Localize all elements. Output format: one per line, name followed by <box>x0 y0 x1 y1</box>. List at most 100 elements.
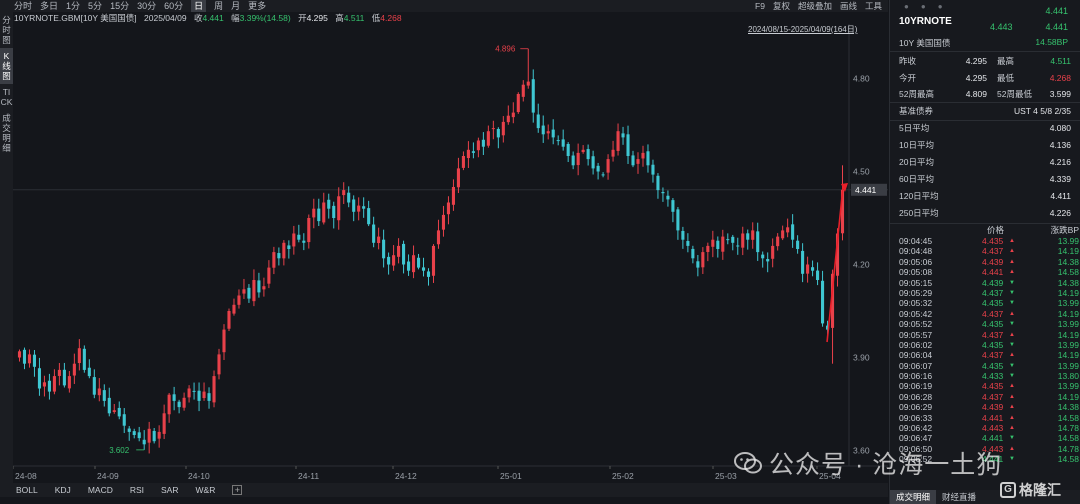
tick-row[interactable]: 09:06:28 4.437 ▲ 14.19 <box>890 392 1080 402</box>
panel-tab[interactable]: 成交明细 <box>890 490 937 504</box>
dot-icon[interactable]: ● <box>921 2 926 11</box>
tick-row[interactable]: 09:06:42 4.443 ▲ 14.78 <box>890 423 1080 433</box>
tick-row[interactable]: 09:04:45 4.435 ▲ 13.99 <box>890 236 1080 246</box>
tick-row[interactable]: 09:06:16 4.433 ▼ 13.80 <box>890 371 1080 381</box>
tick-time: 09:06:28 <box>899 391 933 402</box>
period-tab[interactable]: 60分 <box>164 0 183 12</box>
candle-body <box>516 94 520 113</box>
candle-body <box>92 377 96 395</box>
x-tick-label: 24-12 <box>395 471 417 481</box>
period-tab[interactable]: 日 <box>191 0 207 12</box>
dot-icon[interactable]: ● <box>938 2 943 11</box>
indicator-tab[interactable]: SAR <box>161 485 178 495</box>
candle-body <box>621 133 625 138</box>
tick-row[interactable]: 09:05:52 4.435 ▼ 13.99 <box>890 319 1080 329</box>
indicator-tab[interactable]: MACD <box>88 485 113 495</box>
candle-body <box>721 236 725 252</box>
tick-row[interactable]: 09:06:04 4.437 ▲ 14.19 <box>890 350 1080 360</box>
candle-body <box>332 205 336 218</box>
candle-body <box>646 151 650 166</box>
dot-icon[interactable]: ● <box>904 2 909 11</box>
tool-button[interactable]: 复权 <box>773 0 790 12</box>
quote-value: 4.295 <box>965 56 987 66</box>
up-arrow-icon: ▲ <box>1009 404 1015 411</box>
candle-body <box>436 230 441 245</box>
period-tab[interactable]: 15分 <box>110 0 129 12</box>
panel-tab[interactable]: 财经直播 <box>936 490 982 504</box>
period-tab[interactable]: 1分 <box>66 0 80 12</box>
down-arrow-icon: ▼ <box>1009 435 1015 442</box>
candle-body <box>112 410 116 412</box>
average-row: 10日平均 4.136 <box>899 137 1071 154</box>
tick-row[interactable]: 09:06:19 4.435 ▲ 13.99 <box>890 381 1080 391</box>
tool-button[interactable]: F9 <box>755 1 765 11</box>
candle-body <box>771 245 775 259</box>
tick-row[interactable]: 09:06:29 4.439 ▲ 14.38 <box>890 402 1080 412</box>
candle-body <box>486 131 490 146</box>
period-tab[interactable]: 更多 <box>248 0 266 12</box>
candle-body <box>681 230 685 240</box>
indicator-tab[interactable]: RSI <box>130 485 144 495</box>
tick-row[interactable]: 09:06:07 4.435 ▼ 13.99 <box>890 361 1080 371</box>
tick-row[interactable]: 09:05:15 4.439 ▼ 14.38 <box>890 278 1080 288</box>
period-tab[interactable]: 多日 <box>40 0 58 12</box>
min-price-annotation: 3.602 <box>109 446 130 455</box>
quote-panel: ● ● ● 10YRNOTE 4.441 4.443 4.441 10Y 美国国… <box>889 0 1080 504</box>
quote-value: 4.268 <box>1049 72 1071 83</box>
tool-button[interactable]: 画线 <box>840 0 857 12</box>
tick-row[interactable]: 09:05:57 4.437 ▲ 14.19 <box>890 330 1080 340</box>
tick-row[interactable]: 09:06:02 4.435 ▼ 13.99 <box>890 340 1080 350</box>
quote-row: 昨收 4.295 最高 4.511 <box>899 53 1071 70</box>
date-range-link[interactable]: 2024/08/15-2025/04/09(164日) <box>748 24 857 35</box>
tool-button[interactable]: 工具 <box>865 0 882 12</box>
tick-row[interactable]: 09:06:47 4.441 ▼ 14.58 <box>890 433 1080 443</box>
max-price-annotation: 4.896 <box>495 45 516 54</box>
period-tab[interactable]: 分时 <box>14 0 32 12</box>
view-tab[interactable]: 分时图 <box>0 12 13 48</box>
up-arrow-icon: ▲ <box>1009 393 1015 400</box>
candle-body <box>242 289 246 294</box>
view-tab[interactable]: K线图 <box>0 48 13 84</box>
candle-body <box>696 261 700 268</box>
period-tab[interactable]: 月 <box>231 0 240 12</box>
header-price: 价格 <box>987 225 1005 235</box>
tick-row[interactable]: 09:04:48 4.437 ▲ 14.19 <box>890 246 1080 256</box>
period-tab[interactable]: 5分 <box>88 0 102 12</box>
tick-row[interactable]: 09:05:32 4.435 ▼ 13.99 <box>890 298 1080 308</box>
candle-body <box>726 239 730 241</box>
tool-button[interactable]: 超级叠加 <box>798 0 832 12</box>
indicator-tab[interactable]: KDJ <box>55 485 71 495</box>
average-row: 60日平均 4.339 <box>899 171 1071 188</box>
benchmark-row: 基准债券 UST 4 5/8 2/35 <box>899 103 1071 120</box>
candle-body <box>566 143 570 156</box>
tick-row[interactable]: 09:05:06 4.439 ▲ 14.38 <box>890 257 1080 267</box>
tick-bp: 14.38 <box>1057 402 1079 413</box>
up-arrow-icon: ▲ <box>1009 425 1015 432</box>
candle-body <box>801 250 805 274</box>
tick-price: 4.437 <box>982 350 1004 361</box>
candle-body <box>606 159 610 173</box>
view-tab[interactable]: 成交明细 <box>0 110 13 156</box>
tick-row[interactable]: 09:05:42 4.437 ▲ 14.19 <box>890 309 1080 319</box>
indicator-tab[interactable]: BOLL <box>16 485 38 495</box>
x-tick-label: 24-11 <box>298 471 319 481</box>
close-value: 4.441 <box>202 13 224 23</box>
candle-body <box>52 376 56 392</box>
candle-body <box>761 254 765 259</box>
tick-table[interactable]: 09:04:45 4.435 ▲ 13.99 09:04:48 4.437 ▲ 14.19 09… <box>890 236 1080 465</box>
tick-row[interactable]: 09:05:29 4.437 ▼ 14.19 <box>890 288 1080 298</box>
period-tab[interactable]: 周 <box>214 0 223 12</box>
tick-row[interactable]: 09:05:08 4.441 ▲ 14.58 <box>890 267 1080 277</box>
candlestick-chart[interactable]: 4.804.504.203.903.604.8963.6024.44124-08… <box>13 24 888 482</box>
add-indicator-icon[interactable]: + <box>232 485 243 495</box>
up-arrow-icon: ▲ <box>1009 238 1015 244</box>
quote-row: 今开 4.295 最低 4.268 <box>899 70 1071 87</box>
candle-body <box>791 224 795 240</box>
indicator-tab[interactable]: W&R <box>196 485 216 495</box>
candle-body <box>27 354 32 364</box>
candle-body <box>686 241 690 246</box>
candle-body <box>212 376 216 403</box>
view-tab[interactable]: TICK <box>0 84 13 110</box>
period-tab[interactable]: 30分 <box>137 0 156 12</box>
tick-row[interactable]: 09:06:33 4.441 ▲ 14.58 <box>890 413 1080 423</box>
